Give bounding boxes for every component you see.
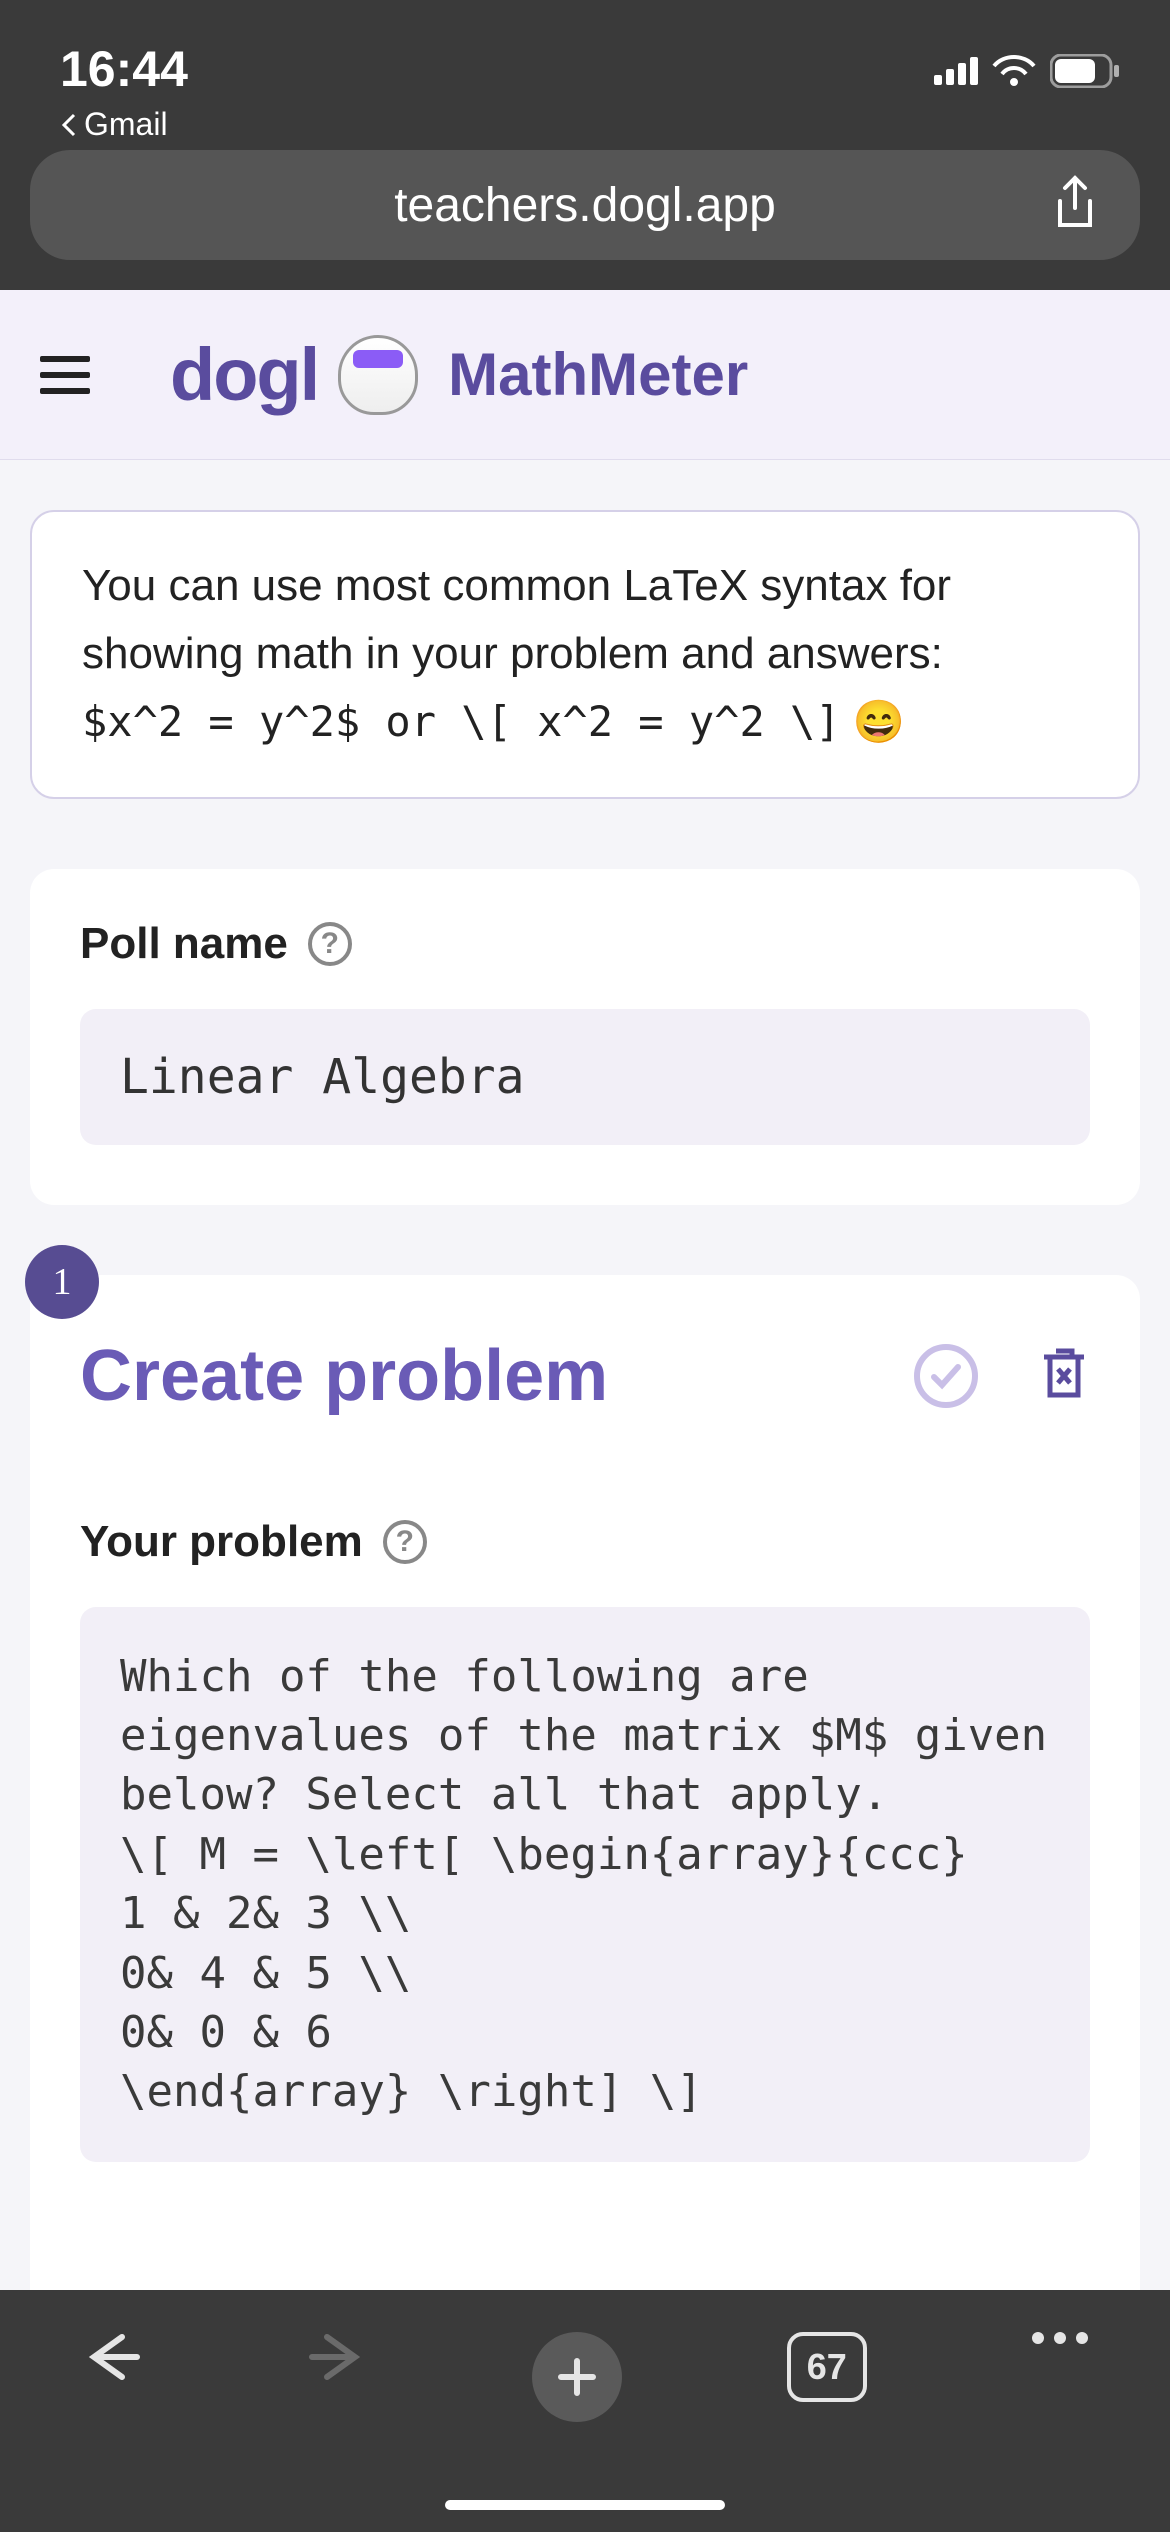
problem-body-input[interactable]: Which of the following are eigenvalues o… [80,1607,1090,2162]
poll-name-card: Poll name ? Linear Algebra [30,869,1140,1205]
back-button[interactable] [82,2332,142,2382]
tabs-button[interactable]: 67 [787,2332,867,2402]
info-text: You can use most common LaTeX syntax for… [82,561,951,678]
more-menu-button[interactable] [1032,2332,1088,2344]
app-header: dogl MathMeter [0,290,1170,460]
home-indicator[interactable] [445,2500,725,2510]
wifi-icon [992,54,1036,88]
app-name: MathMeter [448,340,748,409]
confirm-icon[interactable] [914,1344,978,1408]
app-logo[interactable]: dogl MathMeter [170,332,748,417]
grin-emoji-icon: 😄 [853,698,905,745]
mascot-icon [338,335,418,415]
poll-name-input[interactable]: Linear Algebra [80,1009,1090,1145]
latex-example: $x^2 = y^2$ or \[ x^2 = y^2 \] [82,697,841,746]
back-to-app-link[interactable]: Gmail [60,106,188,143]
back-to-app-label: Gmail [84,106,168,143]
browser-toolbar: 67 [0,2292,1170,2532]
share-icon[interactable] [1050,173,1100,238]
help-icon[interactable]: ? [383,1520,427,1564]
url-text: teachers.dogl.app [394,178,776,233]
forward-button[interactable] [307,2332,367,2382]
help-icon[interactable]: ? [308,922,352,966]
card-title: Create problem [80,1335,608,1417]
new-tab-button[interactable] [532,2332,622,2422]
type-label: Type [80,2282,1090,2290]
latex-info-card: You can use most common LaTeX syntax for… [30,510,1140,799]
battery-icon [1050,54,1120,88]
hamburger-menu-icon[interactable] [40,356,100,394]
delete-icon[interactable] [1038,1343,1090,1408]
poll-name-label: Poll name [80,919,288,969]
address-bar[interactable]: teachers.dogl.app [30,150,1140,260]
status-time: 16:44 [60,40,188,98]
create-problem-card: 1 Create problem Your problem ? Whic [30,1275,1140,2290]
cellular-signal-icon [934,57,978,85]
your-problem-label: Your problem [80,1517,363,1567]
problem-index-badge: 1 [25,1245,99,1319]
app-viewport: dogl MathMeter You can use most common L… [0,290,1170,2290]
logo-word: dogl [170,332,318,417]
status-bar: 16:44 Gmail [0,0,1170,130]
